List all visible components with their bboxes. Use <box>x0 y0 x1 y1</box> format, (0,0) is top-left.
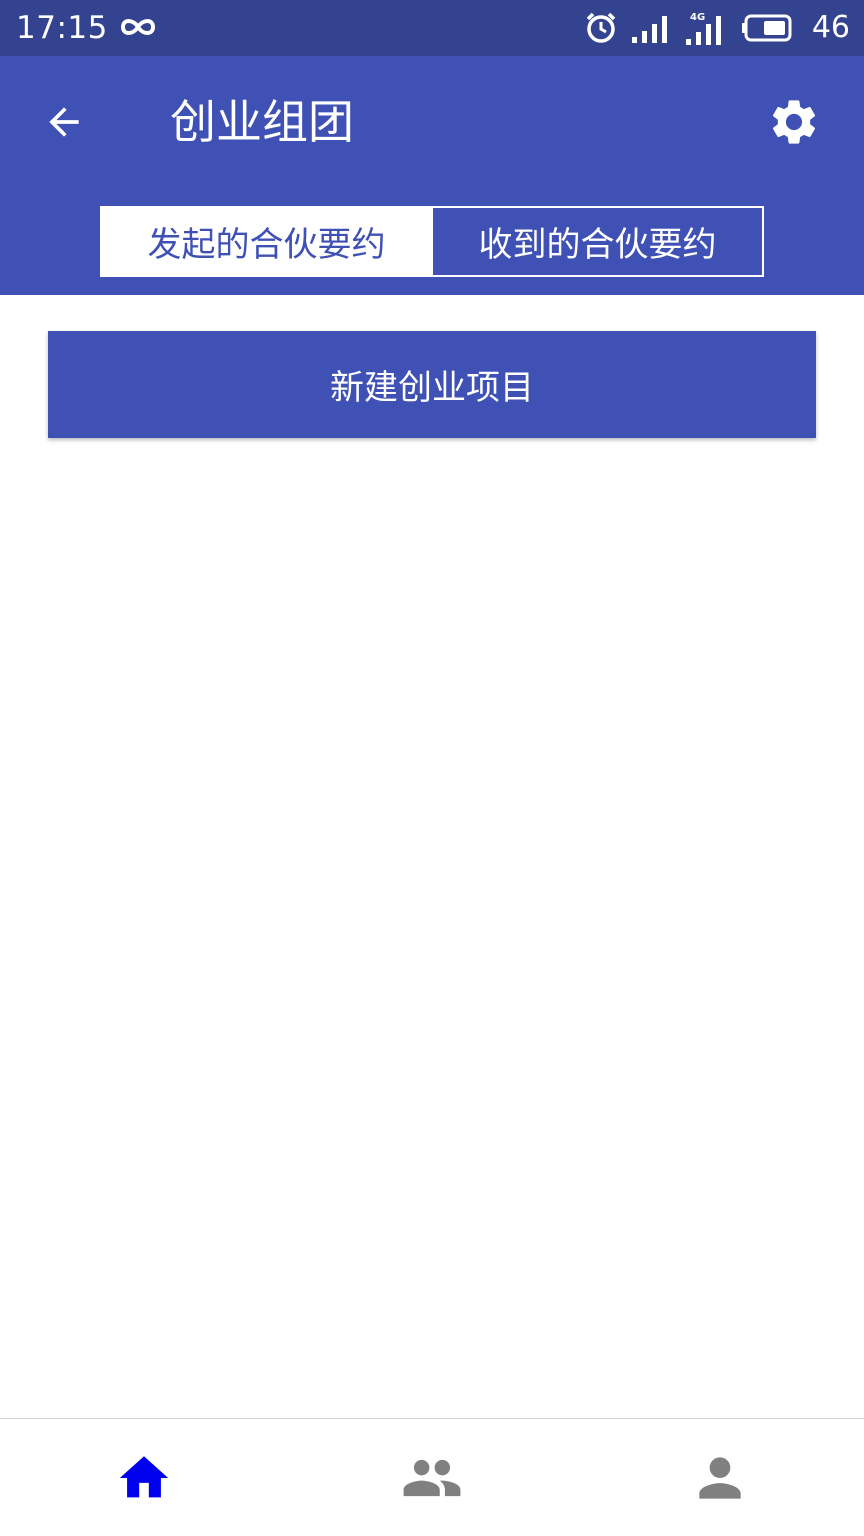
back-button[interactable] <box>34 92 94 152</box>
battery-icon <box>741 14 792 42</box>
nav-item-home[interactable] <box>0 1419 288 1536</box>
status-icons: 4G 46 <box>584 8 850 48</box>
app-bar: 创业组团 发起的合伙要约 收到的合伙要约 <box>0 56 864 295</box>
alarm-icon <box>586 12 616 43</box>
nav-item-team[interactable] <box>288 1419 576 1536</box>
settings-button[interactable] <box>762 90 826 154</box>
infinity-icon <box>120 19 156 35</box>
status-bar: 17:15 4G 46 <box>0 0 864 56</box>
signal-icon <box>631 16 667 43</box>
offer-tabs: 发起的合伙要约 收到的合伙要约 <box>100 206 764 277</box>
person-icon <box>699 1456 741 1499</box>
svg-text:4G: 4G <box>690 12 705 23</box>
people-icon <box>403 1459 461 1496</box>
tab-received-offers[interactable]: 收到的合伙要约 <box>431 208 762 275</box>
status-time: 17:15 <box>16 10 108 46</box>
app-screen: 17:15 4G 46 创业组团 发起的合伙要约 收到的合伙要约 新建创业项目 <box>0 0 864 1536</box>
nav-item-profile[interactable] <box>576 1419 864 1536</box>
bottom-nav <box>0 1418 864 1536</box>
page-title: 创业组团 <box>170 95 354 149</box>
signal-4g-icon: 4G <box>685 12 721 45</box>
battery-level: 46 <box>811 10 850 45</box>
tab-sent-offers[interactable]: 发起的合伙要约 <box>102 208 431 275</box>
gear-icon <box>772 100 816 144</box>
home-icon <box>119 1455 169 1497</box>
arrow-left-icon <box>49 107 79 137</box>
new-project-button[interactable]: 新建创业项目 <box>48 331 816 438</box>
